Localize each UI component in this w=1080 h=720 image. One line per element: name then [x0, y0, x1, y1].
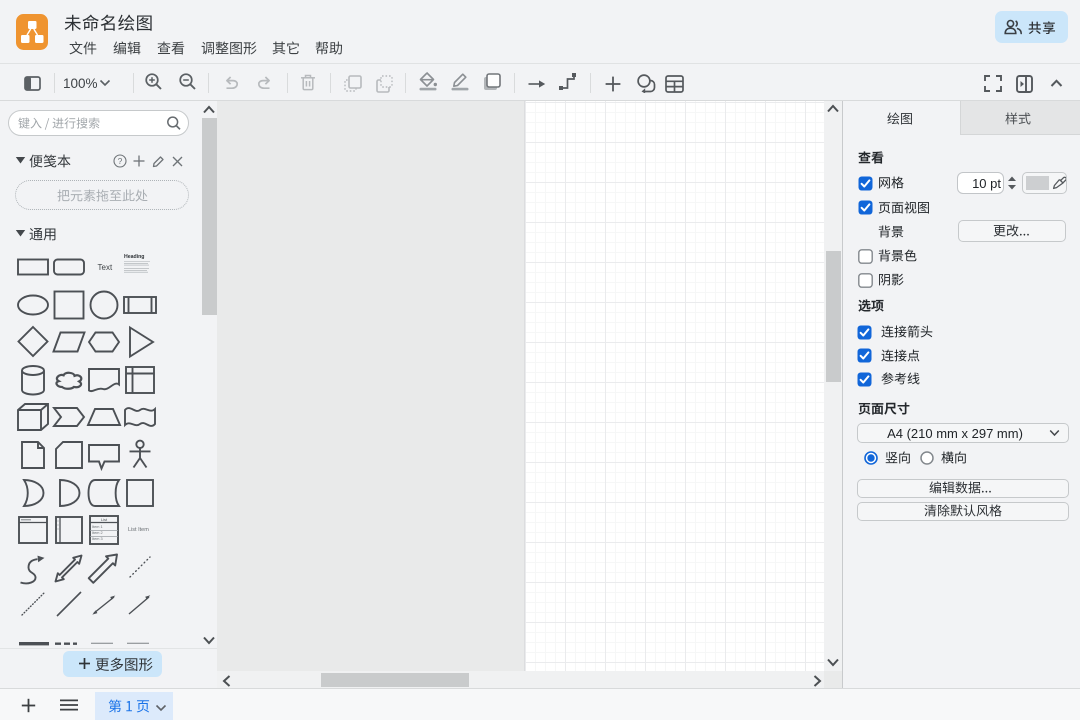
svg-text:Heading: Heading: [124, 254, 144, 260]
svg-text:List: List: [101, 517, 108, 522]
svg-text:?: ?: [118, 156, 123, 166]
svg-text:Item 2: Item 2: [92, 531, 103, 535]
svg-text:Item 1: Item 1: [92, 525, 103, 529]
svg-text:Item 3: Item 3: [92, 537, 103, 541]
